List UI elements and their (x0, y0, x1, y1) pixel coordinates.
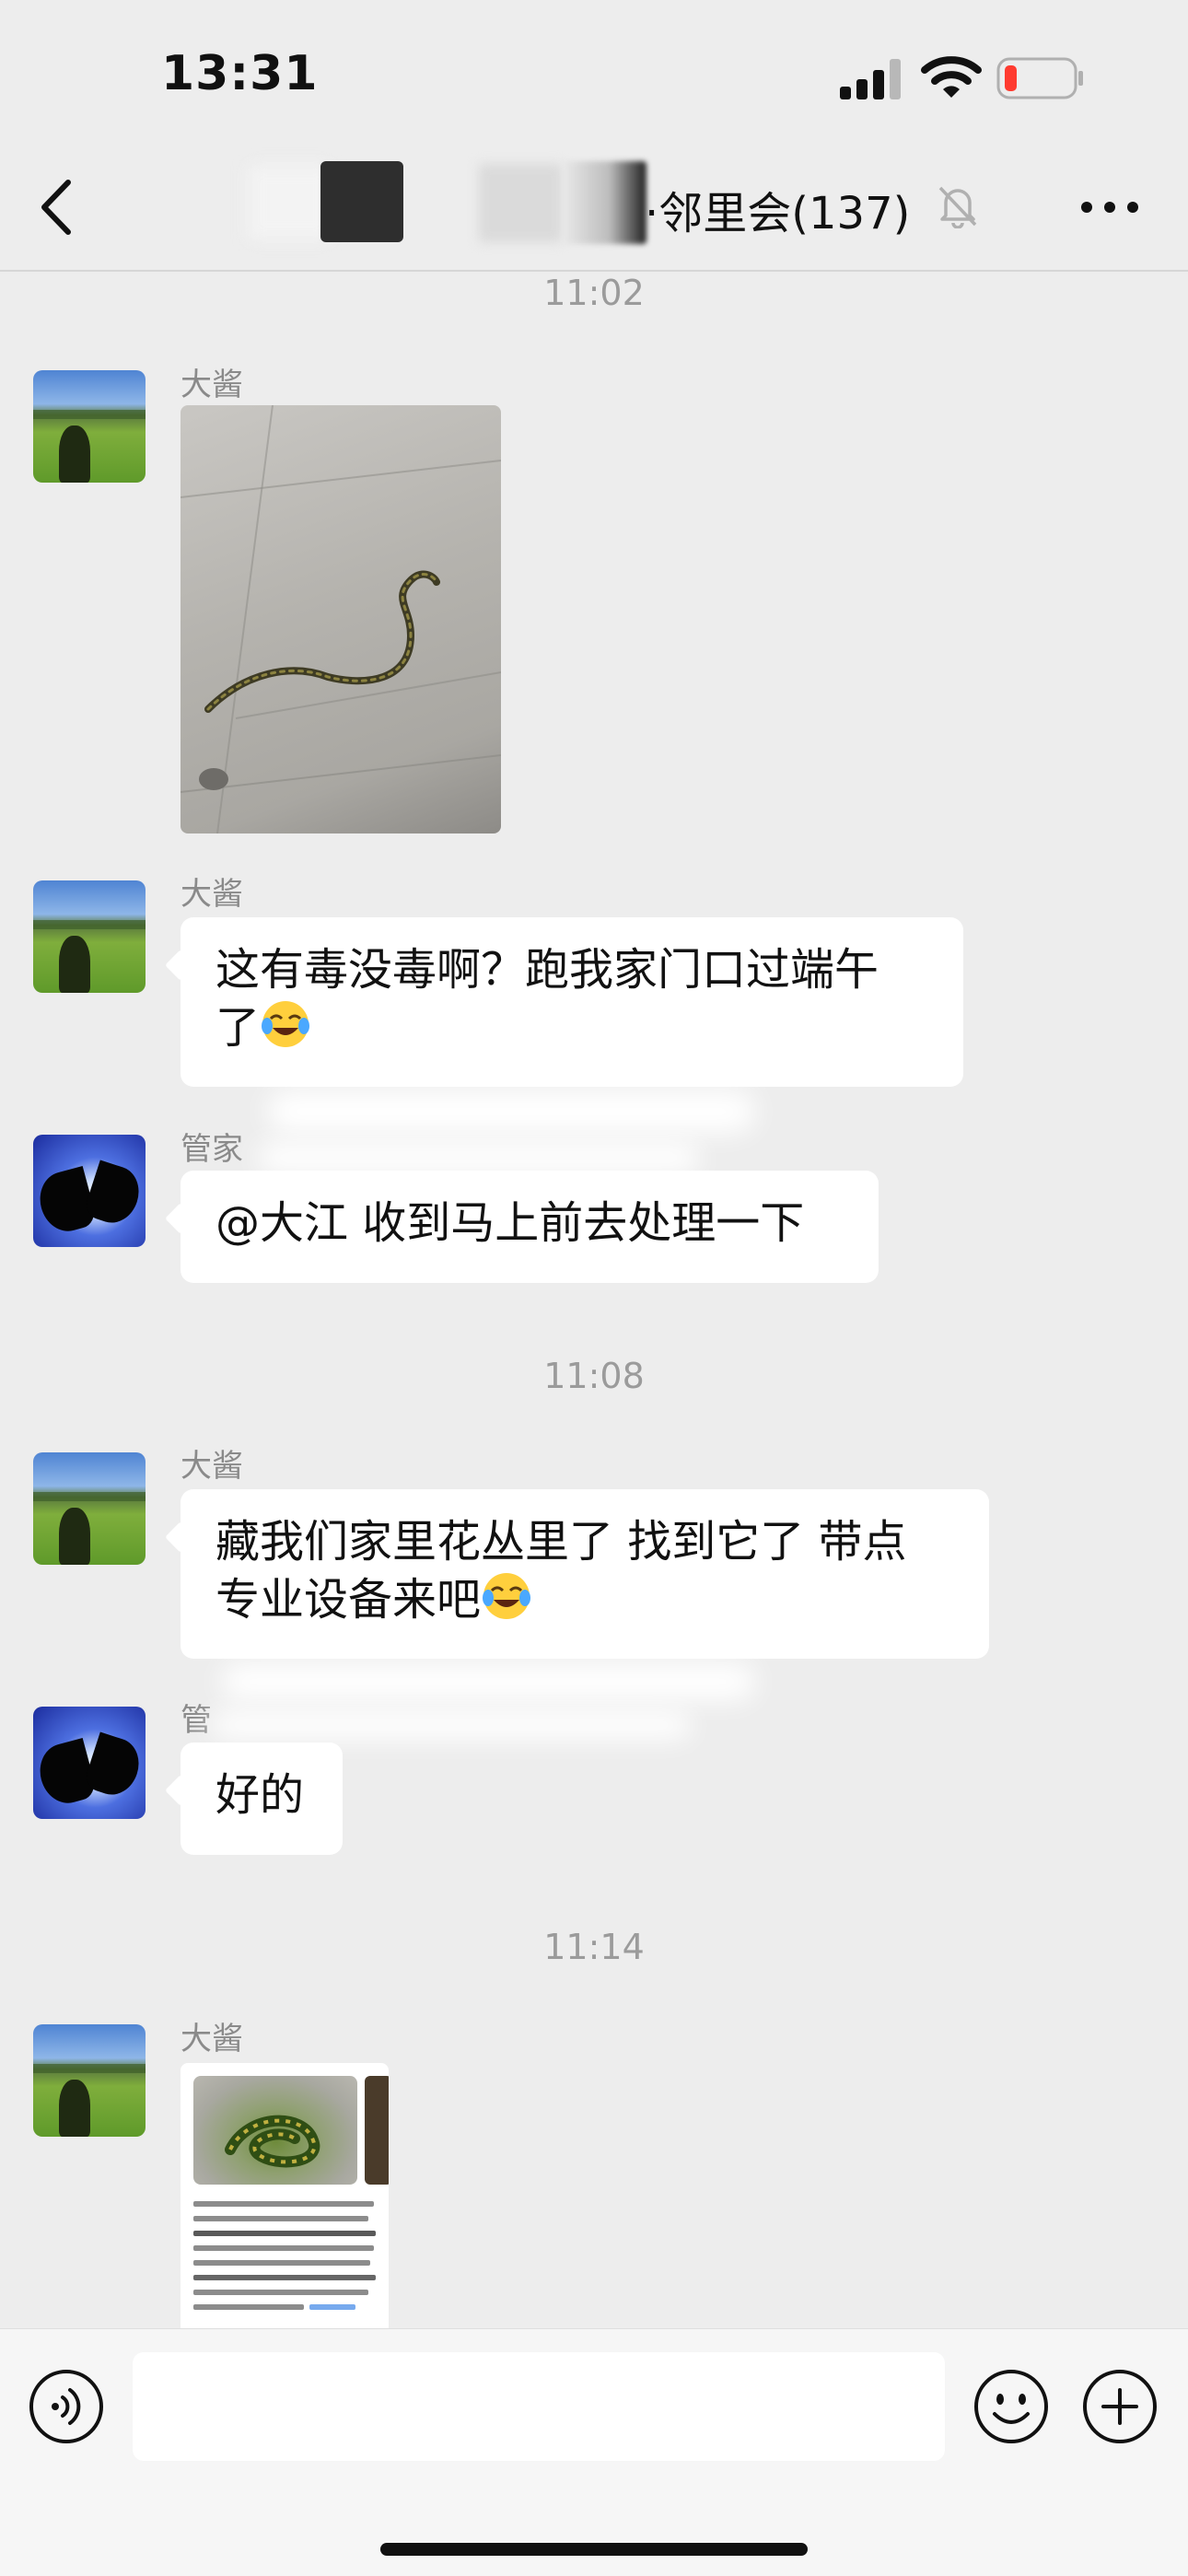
sender-name: 大酱 (181, 2021, 243, 2057)
redacted-block (479, 164, 562, 242)
message-line-with-emoji: 专业设备来吧 (215, 1570, 954, 1628)
message-line-with-emoji: 了 (215, 998, 928, 1056)
message-text: @大江 收到马上前去处理一下 (215, 1197, 805, 1249)
redacted-block (320, 161, 403, 242)
snake-thumbnail (193, 2076, 357, 2185)
redaction-smear (258, 1142, 700, 1173)
avatar[interactable] (33, 1452, 146, 1565)
avatar[interactable] (33, 880, 146, 993)
message-text: 好的 (215, 1769, 305, 1821)
redacted-block (249, 166, 332, 239)
status-bar: 13:31 (0, 0, 1188, 138)
avatar[interactable] (33, 1707, 146, 1819)
article-screenshot[interactable] (181, 2063, 389, 2328)
message-line: 这有毒没毒啊？跑我家门口过端午 (215, 944, 879, 996)
crying-laughing-emoji-icon (483, 1573, 531, 1619)
avatar[interactable] (33, 2024, 146, 2137)
wifi-icon (921, 56, 982, 98)
sender-name: 大酱 (181, 367, 243, 403)
sender-name: 大酱 (181, 1448, 243, 1485)
signal-icon (840, 59, 903, 99)
sender-name: 管家 (181, 1131, 243, 1168)
chevron-left-icon[interactable] (28, 175, 83, 239)
sender-name: 管 (181, 1702, 212, 1739)
bell-slash-icon (938, 186, 977, 228)
smiley-icon[interactable] (973, 2368, 1050, 2445)
voice-icon[interactable] (28, 2368, 105, 2445)
thumbnail-edge (365, 2076, 389, 2185)
ellipsis-icon[interactable] (1077, 193, 1142, 221)
plus-circle-icon[interactable] (1081, 2368, 1159, 2445)
avatar[interactable] (33, 1135, 146, 1247)
message-bubble[interactable]: 好的 (181, 1743, 343, 1855)
chat-header: ·邻里会(137) (0, 138, 1188, 272)
message-bubble[interactable]: 藏我们家里花丛里了 找到它了 带点 专业设备来吧 (181, 1489, 989, 1659)
avatar[interactable] (33, 370, 146, 483)
redacted-block (564, 161, 646, 244)
redaction-smear (221, 1663, 755, 1700)
crying-laughing-emoji-icon (262, 1001, 310, 1047)
battery-low-icon (996, 57, 1083, 99)
message-line: 了 (215, 1002, 261, 1054)
message-bubble[interactable]: @大江 收到马上前去处理一下 (181, 1171, 879, 1283)
chat-title[interactable]: ·邻里会(137) (645, 177, 910, 241)
sender-name: 大酱 (181, 876, 243, 913)
message-bubble[interactable]: 这有毒没毒啊？跑我家门口过端午 了 (181, 917, 963, 1087)
message-input[interactable] (133, 2352, 945, 2461)
message-line: 藏我们家里花丛里了 找到它了 带点 (215, 1516, 907, 1568)
status-time: 13:31 (161, 46, 319, 101)
redaction-smear (267, 1090, 755, 1133)
redaction-smear (212, 1711, 691, 1739)
snake-photo[interactable] (181, 405, 501, 833)
timestamp: 11:08 (543, 1356, 645, 1396)
message-line: 专业设备来吧 (215, 1574, 482, 1626)
input-bar (0, 2328, 1188, 2576)
home-indicator (380, 2543, 808, 2556)
timestamp: 11:02 (543, 273, 645, 313)
timestamp: 11:14 (543, 1927, 645, 1967)
